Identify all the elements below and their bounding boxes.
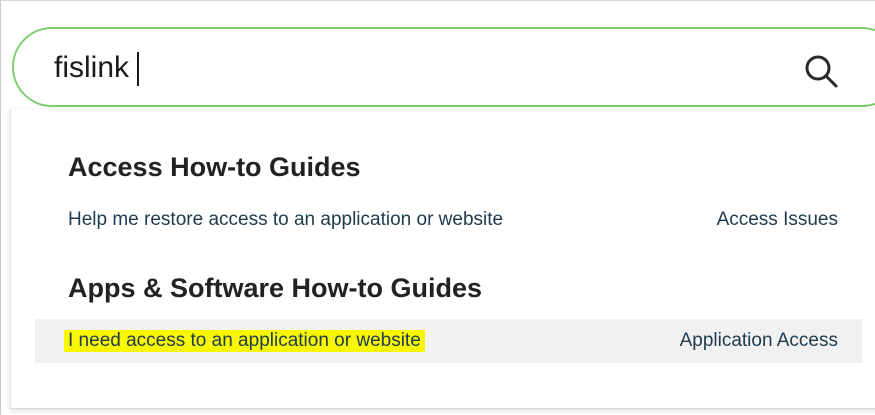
suggestion-item-application-access[interactable]: I need access to an application or websi… (35, 319, 862, 363)
group-heading-access: Access How-to Guides (68, 152, 361, 182)
search-suggestions-dropdown: Access How-to Guides Help me restore acc… (10, 109, 875, 409)
suggestion-category: Application Access (679, 330, 838, 351)
suggestion-item-restore-access[interactable]: Help me restore access to an application… (35, 198, 862, 242)
search-box[interactable] (12, 27, 875, 107)
app-window: Access How-to Guides Help me restore acc… (0, 0, 875, 415)
text-caret (137, 52, 139, 86)
search-input[interactable] (54, 43, 754, 93)
suggestion-category: Access Issues (716, 209, 838, 230)
suggestion-title: Help me restore access to an application… (68, 209, 504, 230)
suggestion-title: I need access to an application or websi… (64, 330, 425, 352)
group-heading-apps-software: Apps & Software How-to Guides (68, 273, 483, 303)
search-icon[interactable] (801, 51, 841, 91)
